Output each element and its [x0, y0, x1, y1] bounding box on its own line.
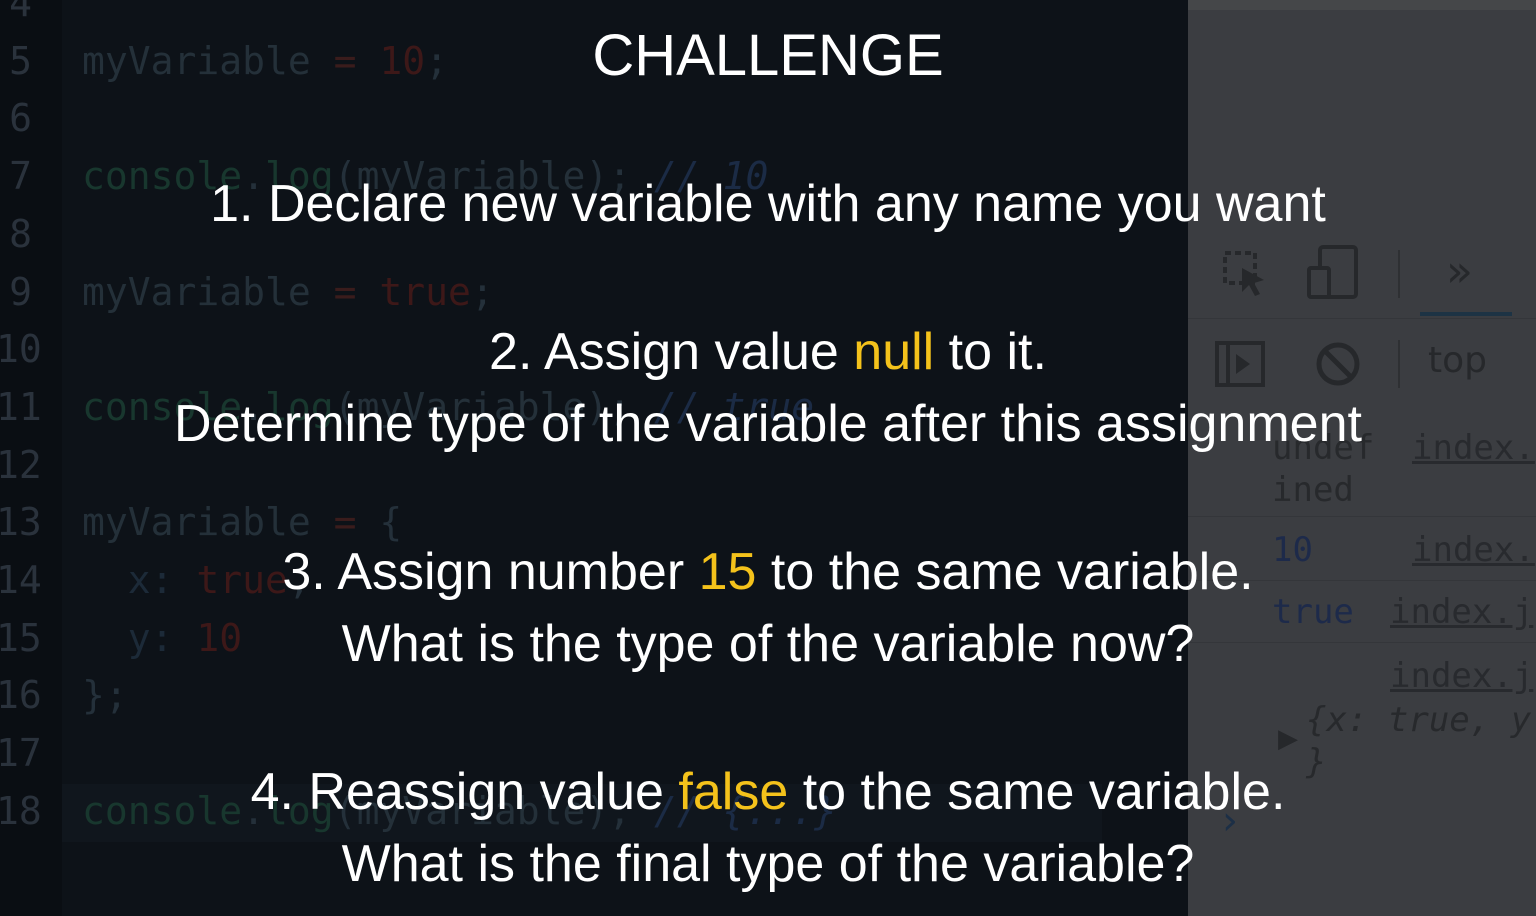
task-2-highlight: null	[853, 323, 935, 381]
challenge-task-3: 3. Assign number 15 to the same variable…	[0, 542, 1536, 602]
task-4-highlight: false	[678, 763, 789, 821]
task-4-text: to the same variable.	[788, 763, 1286, 821]
task-3-text: 3. Assign number	[282, 543, 699, 601]
challenge-overlay: CHALLENGE 1. Declare new variable with a…	[0, 0, 1536, 916]
task-3-text: to the same variable.	[756, 543, 1254, 601]
challenge-task-4: 4. Reassign value false to the same vari…	[0, 762, 1536, 822]
task-3-highlight: 15	[698, 543, 757, 601]
challenge-task-4-detail: What is the final type of the variable?	[341, 835, 1195, 893]
challenge-task-2-detail: Determine type of the variable after thi…	[174, 395, 1362, 453]
challenge-task-3-detail: What is the type of the variable now?	[341, 615, 1195, 673]
task-2-text: to it.	[934, 323, 1047, 381]
task-4-text: 4. Reassign value	[250, 763, 679, 821]
task-2-text: 2. Assign value	[489, 323, 854, 381]
challenge-task-1: 1. Declare new variable with any name yo…	[210, 175, 1326, 233]
challenge-title: CHALLENGE	[592, 23, 944, 88]
challenge-task-2: 2. Assign value null to it.	[0, 322, 1536, 382]
